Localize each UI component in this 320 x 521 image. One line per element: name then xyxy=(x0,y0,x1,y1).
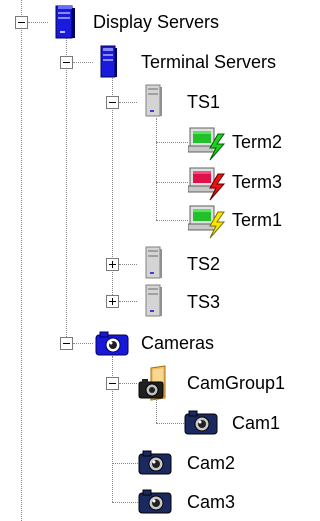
collapse-camgroup1-toggle[interactable] xyxy=(106,377,119,390)
ts2-label: TS2 xyxy=(187,254,221,274)
tree-line xyxy=(156,142,188,143)
term1-label: Term1 xyxy=(232,210,283,230)
ts1-label: TS1 xyxy=(187,92,221,112)
camera-folder-icon xyxy=(138,365,166,401)
tree-line xyxy=(119,102,137,103)
display-server-icon xyxy=(55,5,75,39)
collapse-cameras-toggle[interactable] xyxy=(60,337,73,350)
collapse-ts1-toggle[interactable] xyxy=(106,96,119,109)
collapse-terminal-servers-toggle[interactable] xyxy=(60,56,73,69)
camgroup1-label: CamGroup1 xyxy=(187,373,286,393)
cam1-label: Cam1 xyxy=(232,413,281,433)
tree-line xyxy=(112,502,138,503)
tree-line xyxy=(73,343,93,344)
term3-label: Term3 xyxy=(232,172,283,192)
expand-ts3-toggle[interactable] xyxy=(106,295,119,308)
display-servers-label: Display Servers xyxy=(93,12,220,32)
cam2-label: Cam2 xyxy=(187,453,236,473)
expand-ts2-toggle[interactable] xyxy=(106,258,119,271)
gray-server-icon xyxy=(145,284,162,317)
terminal-servers-label: Terminal Servers xyxy=(141,52,277,72)
tree-view[interactable]: Display Servers Terminal Servers TS1 Ter… xyxy=(0,0,307,521)
tree-line xyxy=(156,182,188,183)
camera-icon xyxy=(138,489,172,514)
terminal-yellow-icon xyxy=(188,205,226,239)
camera-icon xyxy=(184,410,218,435)
tree-line xyxy=(28,22,48,23)
tree-line xyxy=(21,0,22,521)
cameras-label: Cameras xyxy=(141,333,215,353)
tree-line xyxy=(73,62,93,63)
tree-line xyxy=(156,220,188,221)
terminal-green-icon xyxy=(188,127,226,161)
tree-line xyxy=(66,34,67,343)
tree-line xyxy=(119,301,137,302)
camera-icon xyxy=(138,450,172,475)
tree-line xyxy=(119,264,137,265)
tree-line xyxy=(119,383,137,384)
tree-line xyxy=(156,118,157,220)
server-tower-icon xyxy=(100,45,117,78)
collapse-display-servers-toggle[interactable] xyxy=(15,16,28,29)
term2-label: Term2 xyxy=(232,132,283,152)
terminal-red-icon xyxy=(188,167,226,201)
cam3-label: Cam3 xyxy=(187,492,236,512)
camera-icon xyxy=(95,331,129,356)
tree-line xyxy=(156,423,184,424)
tree-line xyxy=(112,463,138,464)
gray-server-icon xyxy=(145,246,162,279)
ts3-label: TS3 xyxy=(187,292,221,312)
gray-server-icon xyxy=(145,84,162,117)
